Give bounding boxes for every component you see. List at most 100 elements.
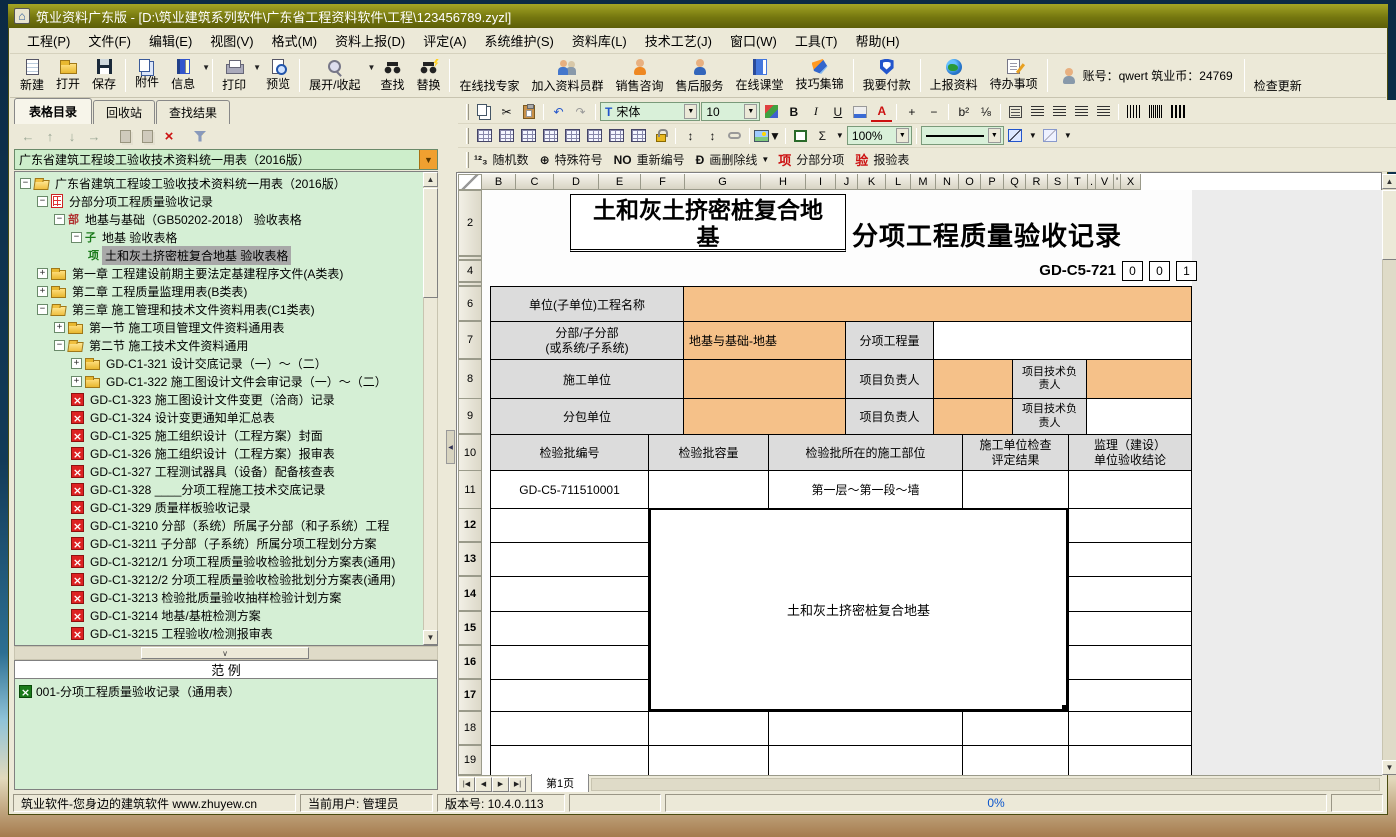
save-button[interactable]: 保存: [86, 55, 122, 96]
sheet-scroll-thumb[interactable]: [1382, 190, 1396, 260]
tree-item-20[interactable]: GD-C1-3211 子分部（子系统）所属分项工程划分方案: [15, 534, 437, 552]
batch-header-5[interactable]: 监理（建设） 单位验收结论: [1068, 434, 1192, 471]
fraction-button[interactable]: ⅛: [975, 102, 996, 122]
chevron-down-icon[interactable]: ▼: [684, 104, 697, 119]
column-header-M[interactable]: M: [911, 174, 936, 190]
empty-cell-B13[interactable]: [962, 745, 1069, 776]
split-cell-button[interactable]: [540, 126, 561, 146]
expand-icon[interactable]: +: [54, 322, 65, 333]
sheet-scroll-up-icon[interactable]: ▲: [1382, 174, 1396, 189]
tab-table-catalog[interactable]: 表格目录: [14, 98, 92, 124]
line-select[interactable]: ▼: [921, 126, 1004, 145]
row-layout-button[interactable]: [496, 126, 517, 146]
last-page-icon[interactable]: ▶|: [509, 777, 526, 792]
subcontractor-label[interactable]: 分包单位: [490, 398, 684, 435]
online-expert-button[interactable]: 在线找专家: [453, 55, 525, 96]
menu-item-12[interactable]: 帮助(H): [846, 28, 908, 53]
column-header-N[interactable]: N: [936, 174, 959, 190]
menu-item-10[interactable]: 窗口(W): [721, 28, 786, 53]
code-digit-1[interactable]: 0: [1122, 261, 1143, 281]
batch-location-cell[interactable]: 第一层～第一段～墙: [768, 470, 963, 509]
column-header-D[interactable]: D: [554, 174, 599, 190]
splitter-collapse-icon[interactable]: ◀: [446, 430, 455, 464]
join-group-button[interactable]: 加入资料员群: [526, 55, 610, 96]
chevron-down-icon[interactable]: ▼: [988, 128, 1001, 143]
menu-item-2[interactable]: 编辑(E): [140, 28, 201, 53]
row-header-19[interactable]: 19: [458, 745, 482, 775]
column-header-G[interactable]: G: [685, 174, 761, 190]
pm2-label[interactable]: 项目负责人: [845, 398, 934, 435]
row-header-14[interactable]: 14: [458, 576, 482, 611]
batch-header-3[interactable]: 检验批所在的施工部位: [768, 434, 963, 471]
empty-cell-R2[interactable]: [1068, 576, 1192, 612]
merge-row-button[interactable]: [584, 126, 605, 146]
tree-item-0[interactable]: −广东省建筑工程竣工验收技术资料统一用表（2016版）: [15, 174, 437, 192]
diag-anti-button[interactable]: [1040, 126, 1061, 146]
empty-cell-R4[interactable]: [1068, 645, 1192, 680]
empty-cell-B11[interactable]: [648, 745, 769, 776]
row-header-16[interactable]: 16: [458, 645, 482, 679]
tech-value[interactable]: [1086, 359, 1192, 399]
contractor-value[interactable]: [683, 359, 846, 399]
collapse-icon[interactable]: −: [54, 214, 65, 225]
column-header-B[interactable]: B: [482, 174, 516, 190]
batch-header-1[interactable]: 检验批编号: [490, 434, 649, 471]
inspection-form-button[interactable]: 验报验表: [855, 150, 919, 170]
form-title[interactable]: 分项工程质量验收记录: [852, 216, 1122, 253]
pm2-value[interactable]: [933, 398, 1013, 435]
delete-item-icon[interactable]: ×: [159, 127, 179, 145]
unlink-button[interactable]: [724, 126, 745, 146]
row-header-13[interactable]: 13: [458, 542, 482, 576]
special-symbol-button[interactable]: ⊕特殊符号: [540, 150, 613, 170]
row-header-8[interactable]: 8: [458, 359, 482, 399]
random-number-button[interactable]: ¹²₃随机数: [474, 150, 539, 170]
superscript-button[interactable]: b²: [953, 102, 974, 122]
tree-item-9[interactable]: −第二节 施工技术文件资料通用: [15, 336, 437, 354]
bold-button[interactable]: B: [783, 102, 804, 122]
tree-item-23[interactable]: GD-C1-3213 检验批质量验收抽样检验计划方案: [15, 588, 437, 606]
tree-item-8[interactable]: +第一节 施工项目管理文件资料通用表: [15, 318, 437, 336]
tree-item-2[interactable]: −部地基与基础（GB50202-2018） 验收表格: [15, 210, 437, 228]
print-button[interactable]: 打印▼: [216, 55, 260, 96]
plus-button[interactable]: +: [901, 102, 922, 122]
row-header-11[interactable]: 11: [458, 470, 482, 509]
sheet-vertical-scrollbar[interactable]: ▲ ▼: [1382, 174, 1396, 775]
column-header-E[interactable]: E: [599, 174, 641, 190]
batch-capacity-cell[interactable]: [648, 470, 769, 509]
nav-down-icon[interactable]: ↓: [62, 127, 82, 145]
tree-item-19[interactable]: GD-C1-3210 分部（系统）所属子分部（和子系统）工程: [15, 516, 437, 534]
renumber-button[interactable]: NO重新编号: [614, 150, 695, 170]
collapse-icon[interactable]: −: [20, 178, 31, 189]
tree-item-16[interactable]: GD-C1-327 工程测试器具（设备）配备核查表: [15, 462, 437, 480]
fill-button[interactable]: [849, 102, 870, 122]
barcode-thick-button[interactable]: [1167, 102, 1188, 122]
batch-check-cell[interactable]: [962, 470, 1069, 509]
row-header-9[interactable]: 9: [458, 398, 482, 434]
expand-icon[interactable]: +: [37, 286, 48, 297]
empty-cell-B02[interactable]: [768, 711, 963, 746]
code-digit-2[interactable]: 0: [1149, 261, 1170, 281]
chevron-down-icon[interactable]: ▼: [896, 128, 909, 143]
menu-item-5[interactable]: 资料上报(D): [326, 28, 414, 53]
sheet-tab[interactable]: 第1页: [531, 774, 589, 794]
batch-header-2[interactable]: 检验批容量: [648, 434, 769, 471]
row-header-17[interactable]: 17: [458, 679, 482, 711]
tree-scroll-up-icon[interactable]: ▲: [423, 172, 438, 187]
font-select[interactable]: T宋体▼: [600, 102, 700, 121]
expand-collapse-button[interactable]: 展开/收起▼: [303, 55, 374, 96]
tree-item-14[interactable]: GD-C1-325 施工组织设计（工程方案）封面: [15, 426, 437, 444]
empty-cell-R3[interactable]: [1068, 611, 1192, 646]
attachment-button[interactable]: 附件: [129, 55, 165, 96]
size-select[interactable]: 10▼: [701, 102, 760, 121]
menu-item-4[interactable]: 格式(M): [263, 28, 327, 53]
column-header-'[interactable]: ': [1114, 174, 1121, 190]
merge-col-button[interactable]: [562, 126, 583, 146]
subdivision-value[interactable]: 地基与基础-地基: [683, 321, 846, 360]
column-header-.[interactable]: .: [1088, 174, 1096, 190]
sum-button[interactable]: Σ: [812, 126, 833, 146]
border-grid-button[interactable]: [790, 126, 811, 146]
column-header-Q[interactable]: Q: [1004, 174, 1026, 190]
empty-cell-B00[interactable]: [490, 711, 649, 746]
menu-item-6[interactable]: 评定(A): [414, 28, 475, 53]
insert-col-left-button[interactable]: [474, 126, 495, 146]
